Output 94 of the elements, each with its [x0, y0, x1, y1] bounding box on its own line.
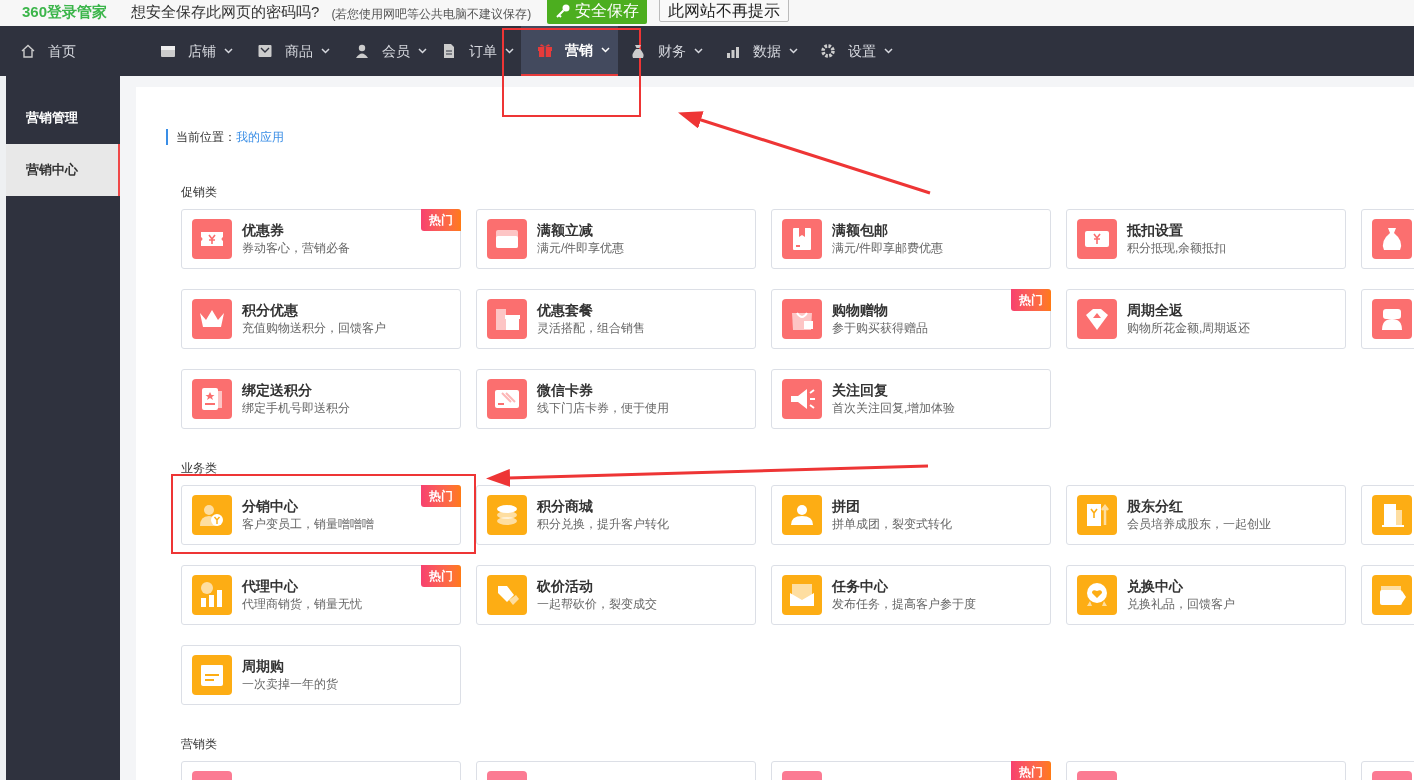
- dismiss-button[interactable]: 此网站不再提示: [659, 0, 790, 22]
- hot-badge: 热门: [1011, 761, 1051, 780]
- breadcrumb-link[interactable]: 我的应用: [236, 128, 284, 146]
- card-title: 绑定送积分: [242, 381, 313, 399]
- card-title: 拼团: [832, 497, 861, 515]
- app-card[interactable]: 兑换中心 兑换礼品，回馈客户: [1066, 565, 1346, 625]
- card-title: 砍价活动: [537, 577, 594, 595]
- card-title: 分销中心: [242, 497, 299, 515]
- section-title: 促销类: [181, 184, 217, 201]
- envelope-icon: [257, 43, 273, 59]
- card-description: 绑定手机号即送积分: [242, 400, 350, 417]
- card-title: 优惠套餐: [537, 301, 594, 319]
- app-card[interactable]: 周期购 一次卖掉一年的货: [181, 645, 461, 705]
- card-description: 积分抵现,余额抵扣: [1127, 240, 1227, 257]
- card-title: 积分商城: [537, 497, 594, 515]
- card-description: 购物所花金额,周期返还: [1127, 320, 1251, 337]
- app-card[interactable]: 积分商城 积分兑换，提升客户转化: [476, 485, 756, 545]
- breadcrumb-label: 当前位置：: [176, 129, 236, 146]
- app-card[interactable]: 抵扣设置 积分抵现,余额抵扣: [1066, 209, 1346, 269]
- card-description: 满元/件即享优惠: [537, 240, 625, 257]
- prompt-text: 想安全保存此网页的密码吗?: [131, 1, 320, 22]
- card-description: 积分兑换，提升客户转化: [537, 516, 669, 533]
- app-card[interactable]: 优惠套餐 灵活搭配，组合销售: [476, 289, 756, 349]
- card-title: 任务中心: [832, 577, 889, 595]
- card-description: 充值购物送积分，回馈客户: [242, 320, 386, 337]
- hot-badge: 热门: [1011, 289, 1051, 311]
- section-title: 业务类: [181, 460, 217, 477]
- card-description: 一起帮砍价，裂变成交: [537, 596, 657, 613]
- app-card[interactable]: 砍价活动 一起帮砍价，裂变成交: [476, 565, 756, 625]
- nav-tab[interactable]: 营销: [521, 26, 618, 76]
- card-title: 满额立减: [537, 221, 594, 239]
- card-description: 首次关注回复,增加体验: [832, 400, 956, 417]
- hot-badge: 热门: [421, 209, 461, 231]
- sidebar-item[interactable]: 营销中心: [6, 144, 120, 196]
- app-card[interactable]: 满额包邮 满元/件即享邮费优惠: [771, 209, 1051, 269]
- card-description: 客户变员工，销量噌噌噌: [242, 516, 374, 533]
- card-title: 周期全返: [1127, 301, 1184, 319]
- nav-tab[interactable]: 会员: [344, 26, 441, 76]
- card-description: 满元/件即享邮费优惠: [832, 240, 944, 257]
- key-icon: [555, 3, 572, 19]
- card-description: 参于购买获得赠品: [832, 320, 928, 337]
- app-card[interactable]: 周期全返 购物所花金额,周期返还: [1066, 289, 1346, 349]
- card-title: 微信卡券: [537, 381, 594, 399]
- card-title: 抵扣设置: [1127, 221, 1184, 239]
- card-description: 线下门店卡券，便于使用: [537, 400, 669, 417]
- card-title: 周期购: [242, 657, 285, 675]
- app-card[interactable]: 关注回复 首次关注回复,增加体验: [771, 369, 1051, 429]
- nav-tab[interactable]: 店铺: [150, 26, 247, 76]
- app-card[interactable]: 积分优惠 充值购物送积分，回馈客户: [181, 289, 461, 349]
- gift-icon: [537, 42, 553, 58]
- nav-tab[interactable]: 设置: [812, 26, 909, 76]
- nav-tab[interactable]: 商品: [247, 26, 344, 76]
- card-title: 股东分红: [1127, 497, 1184, 515]
- card-description: 一次卖掉一年的货: [242, 676, 338, 693]
- app-card[interactable]: 分销中心 客户变员工，销量噌噌噌 热门: [181, 485, 461, 545]
- app-card[interactable]: 购物赠物 参于购买获得赠品 热门: [771, 289, 1051, 349]
- app-card[interactable]: 拼团 拼单成团，裂变式转化: [771, 485, 1051, 545]
- app-card[interactable]: 任务中心 发布任务，提高客户参于度: [771, 565, 1051, 625]
- settings-icon: [820, 43, 836, 59]
- app-card[interactable]: 微信卡券 线下门店卡券，便于使用: [476, 369, 756, 429]
- card-description: 券动客心，营销必备: [242, 240, 350, 257]
- app-card[interactable]: 绑定送积分 绑定手机号即送积分: [181, 369, 461, 429]
- section-title: 营销类: [181, 736, 217, 753]
- card-description: 拼单成团，裂变式转化: [832, 516, 952, 533]
- card-description: 兑换礼品，回馈客户: [1127, 596, 1235, 613]
- money-bag-icon: [630, 43, 646, 59]
- document-icon: [441, 43, 457, 59]
- home-icon: [20, 43, 36, 59]
- logo-text: 360登录管家: [22, 1, 108, 22]
- card-description: 代理商销货，销量无忧: [242, 596, 362, 613]
- card-title: 兑换中心: [1127, 577, 1184, 595]
- hot-badge: 热门: [421, 565, 461, 587]
- card-title: 积分优惠: [242, 301, 299, 319]
- hot-badge: 热门: [421, 485, 461, 507]
- store-icon: [160, 43, 176, 59]
- card-title: 购物赠物: [832, 301, 889, 319]
- app-card[interactable]: 股东分红 会员培养成股东，一起创业: [1066, 485, 1346, 545]
- nav-tab[interactable]: 首页: [0, 26, 150, 76]
- nav-tab[interactable]: 数据: [715, 26, 812, 76]
- nav-tab[interactable]: 订单: [441, 26, 521, 76]
- app-card[interactable]: 优惠券 券动客心，营销必备 热门: [181, 209, 461, 269]
- user-icon: [354, 43, 370, 59]
- app-card[interactable]: 代理中心 代理商销货，销量无忧 热门: [181, 565, 461, 625]
- sidebar-header: 营销管理: [25, 109, 79, 127]
- app-card[interactable]: 满额立减 满元/件即享优惠: [476, 209, 756, 269]
- card-description: 灵活搭配，组合销售: [537, 320, 645, 337]
- card-description: 发布任务，提高客户参于度: [832, 596, 976, 613]
- nav-tab[interactable]: 财务: [618, 26, 715, 76]
- card-description: 会员培养成股东，一起创业: [1127, 516, 1271, 533]
- card-title: 代理中心: [242, 577, 299, 595]
- card-title: 满额包邮: [832, 221, 889, 239]
- card-title: 关注回复: [832, 381, 889, 399]
- note-text: (若您使用网吧等公共电脑不建议保存): [331, 6, 532, 23]
- card-title: 优惠券: [242, 221, 285, 239]
